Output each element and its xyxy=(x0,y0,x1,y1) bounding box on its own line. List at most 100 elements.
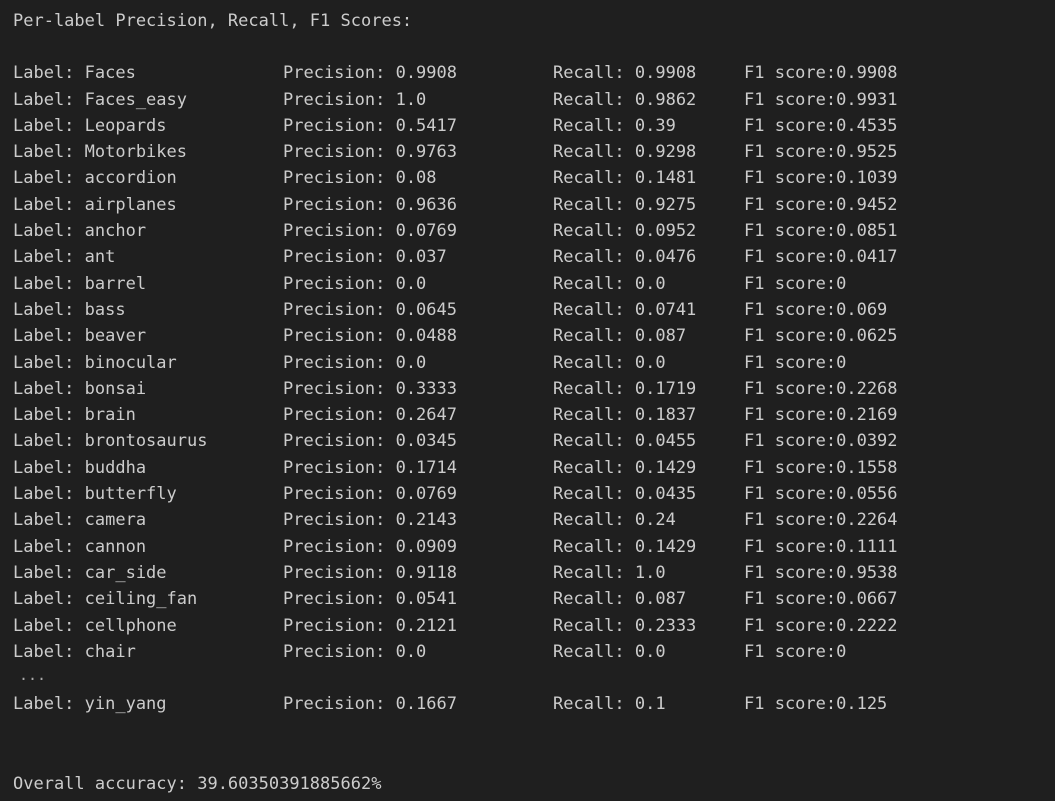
row-label: Label: yin_yang xyxy=(13,694,167,715)
row-precision: Precision: 0.0769 xyxy=(283,484,457,505)
row-label: Label: barrel xyxy=(13,273,147,294)
row-label: Label: binocular xyxy=(13,352,177,373)
table-row: Label: buddha Precision: 0.1714 Recall: 0.… xyxy=(13,455,1055,481)
row-f1: F1 score:0.2264 xyxy=(744,510,898,531)
row-label: Label: brontosaurus xyxy=(13,431,208,452)
row-label: Label: accordion xyxy=(13,168,177,189)
table-row: Label: brain Precision: 0.2647 Recall: 0.1… xyxy=(13,402,1055,428)
row-precision: Precision: 0.0645 xyxy=(283,299,457,320)
row-f1: F1 score:0.0851 xyxy=(744,221,898,242)
row-label: Label: brain xyxy=(13,405,136,426)
row-recall: Recall: 0.9275 xyxy=(553,194,697,215)
table-row: Label: camera Precision: 0.2143 Recall: 0.… xyxy=(13,507,1055,533)
row-f1: F1 score:0.2169 xyxy=(744,405,898,426)
truncation-ellipsis: ... xyxy=(19,666,47,685)
table-row: Label: barrel Precision: 0.0 Recall: 0.0 F1… xyxy=(13,271,1055,297)
row-f1: F1 score:0.069 xyxy=(744,299,888,320)
row-f1: F1 score:0.2222 xyxy=(744,615,898,636)
row-recall: Recall: 0.0 xyxy=(553,273,666,294)
row-f1: F1 score:0.9931 xyxy=(744,89,898,110)
table-row: Label: binocular Precision: 0.0 Recall: 0.… xyxy=(13,350,1055,376)
table-row: Label: Faces Precision: 0.9908 Recall: 0.9… xyxy=(13,60,1055,86)
row-recall: Recall: 0.2333 xyxy=(553,615,697,636)
row-precision: Precision: 0.0 xyxy=(283,641,427,662)
row-precision: Precision: 0.2121 xyxy=(283,615,457,636)
row-precision: Precision: 0.0909 xyxy=(283,536,457,557)
row-f1: F1 score:0.9908 xyxy=(744,63,898,84)
row-recall: Recall: 0.0952 xyxy=(553,221,697,242)
row-precision: Precision: 0.1714 xyxy=(283,457,457,478)
row-f1: F1 score:0.1558 xyxy=(744,457,898,478)
row-precision: Precision: 0.3333 xyxy=(283,378,457,399)
row-label: Label: buddha xyxy=(13,457,147,478)
table-row: Label: ceiling_fan Precision: 0.0541 Recal… xyxy=(13,586,1055,612)
table-row: Label: ant Precision: 0.037 Recall: 0.0476… xyxy=(13,244,1055,270)
metrics-table: Label: Faces Precision: 0.9908 Recall: 0.9… xyxy=(13,60,1055,665)
row-precision: Precision: 0.9118 xyxy=(283,562,457,583)
row-f1: F1 score:0.0417 xyxy=(744,247,898,268)
table-row: Label: chair Precision: 0.0 Recall: 0.0 F1 … xyxy=(13,639,1055,665)
row-precision: Precision: 0.2143 xyxy=(283,510,457,531)
row-label: Label: beaver xyxy=(13,326,147,347)
row-label: Label: bonsai xyxy=(13,378,147,399)
row-recall: Recall: 0.39 xyxy=(553,115,676,136)
row-label: Label: Faces_easy xyxy=(13,89,187,110)
row-recall: Recall: 0.9862 xyxy=(553,89,697,110)
row-label: Label: car_side xyxy=(13,562,167,583)
row-f1: F1 score:0 xyxy=(744,352,847,373)
row-f1: F1 score:0.9525 xyxy=(744,142,898,163)
row-label: Label: ceiling_fan xyxy=(13,589,198,610)
row-label: Label: Leopards xyxy=(13,115,167,136)
row-label: Label: airplanes xyxy=(13,194,177,215)
row-precision: Precision: 0.0 xyxy=(283,352,427,373)
row-recall: Recall: 0.1 xyxy=(553,694,666,715)
terminal-output: Per-label Precision, Recall, F1 Scores: … xyxy=(0,0,1055,801)
row-precision: Precision: 0.0769 xyxy=(283,221,457,242)
row-recall: Recall: 0.0 xyxy=(553,641,666,662)
row-label: Label: cellphone xyxy=(13,615,177,636)
row-precision: Precision: 0.9636 xyxy=(283,194,457,215)
row-precision: Precision: 0.0488 xyxy=(283,326,457,347)
row-label: Label: bass xyxy=(13,299,126,320)
row-f1: F1 score:0 xyxy=(744,641,847,662)
row-precision: Precision: 0.037 xyxy=(283,247,447,268)
row-precision: Precision: 0.0345 xyxy=(283,431,457,452)
row-label: Label: cannon xyxy=(13,536,147,557)
table-row: Label: airplanes Precision: 0.9636 Recall:… xyxy=(13,192,1055,218)
row-recall: Recall: 0.0 xyxy=(553,352,666,373)
row-precision: Precision: 0.2647 xyxy=(283,405,457,426)
row-f1: F1 score:0.125 xyxy=(744,694,888,715)
row-f1: F1 score:0.0625 xyxy=(744,326,898,347)
row-recall: Recall: 0.1429 xyxy=(553,457,697,478)
row-recall: Recall: 0.087 xyxy=(553,326,687,347)
row-f1: F1 score:0.2268 xyxy=(744,378,898,399)
row-label: Label: Faces xyxy=(13,63,136,84)
row-f1: F1 score:0.0392 xyxy=(744,431,898,452)
output-header: Per-label Precision, Recall, F1 Scores: xyxy=(13,11,413,31)
row-precision: Precision: 0.1667 xyxy=(283,694,457,715)
row-recall: Recall: 1.0 xyxy=(553,562,666,583)
row-label: Label: Motorbikes xyxy=(13,142,187,163)
table-row: Label: brontosaurus Precision: 0.0345 Reca… xyxy=(13,428,1055,454)
row-label: Label: camera xyxy=(13,510,147,531)
row-recall: Recall: 0.9908 xyxy=(553,63,697,84)
table-row: Label: cannon Precision: 0.0909 Recall: 0.… xyxy=(13,534,1055,560)
row-recall: Recall: 0.24 xyxy=(553,510,676,531)
row-precision: Precision: 1.0 xyxy=(283,89,427,110)
row-recall: Recall: 0.0455 xyxy=(553,431,697,452)
row-precision: Precision: 0.08 xyxy=(283,168,437,189)
table-row: Label: anchor Precision: 0.0769 Recall: 0.… xyxy=(13,218,1055,244)
table-row: Label: butterfly Precision: 0.0769 Recall:… xyxy=(13,481,1055,507)
table-row: Label: car_side Precision: 0.9118 Recall: … xyxy=(13,560,1055,586)
row-label: Label: ant xyxy=(13,247,116,268)
row-recall: Recall: 0.1429 xyxy=(553,536,697,557)
row-recall: Recall: 0.1837 xyxy=(553,405,697,426)
row-label: Label: butterfly xyxy=(13,484,177,505)
table-row: Label: cellphone Precision: 0.2121 Recall:… xyxy=(13,613,1055,639)
row-recall: Recall: 0.087 xyxy=(553,589,687,610)
blank-lines xyxy=(13,718,1055,771)
table-row: Label: accordion Precision: 0.08 Recall: 0… xyxy=(13,165,1055,191)
row-recall: Recall: 0.1719 xyxy=(553,378,697,399)
table-row: Label: Motorbikes Precision: 0.9763 Recall… xyxy=(13,139,1055,165)
row-precision: Precision: 0.9763 xyxy=(283,142,457,163)
